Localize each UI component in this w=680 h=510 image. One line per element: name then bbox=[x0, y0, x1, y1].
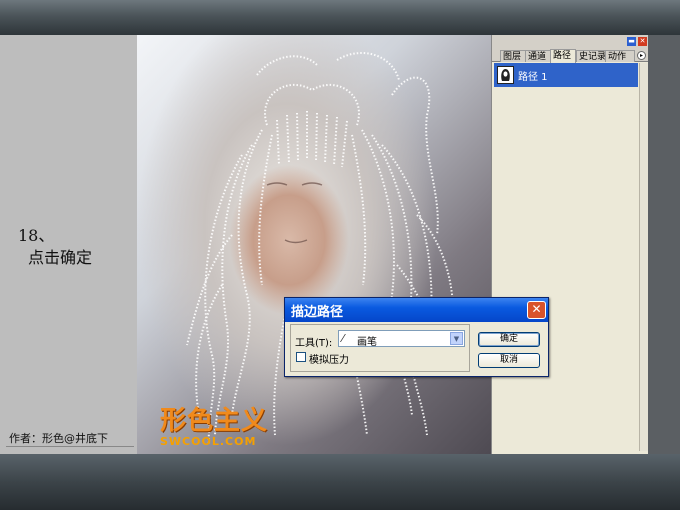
path-item[interactable]: 路径 1 bbox=[494, 63, 638, 87]
watermark-subtitle: SWCOOL.COM bbox=[160, 435, 257, 448]
watermark-title: 形色主义 bbox=[160, 406, 269, 436]
tab-actions[interactable]: 动作 bbox=[605, 50, 635, 62]
hair-path-selection bbox=[186, 51, 455, 446]
path-item-label: 路径 1 bbox=[518, 72, 548, 83]
tool-label: 工具(T): bbox=[295, 338, 333, 349]
stroke-path-dialog: 描边路径 ✕ 工具(T): ⁄ 画笔 ▼ 模拟压力 确定 取消 bbox=[284, 297, 549, 377]
top-frame-bar bbox=[0, 0, 680, 35]
panel-scrollbar[interactable] bbox=[639, 63, 648, 451]
simulate-pressure-checkbox[interactable] bbox=[296, 352, 306, 362]
path-thumbnail-icon bbox=[497, 66, 514, 84]
dialog-title: 描边路径 bbox=[291, 305, 344, 320]
panel-menu-icon[interactable]: ▸ bbox=[637, 51, 646, 60]
paths-panel: ▬ ✕ 图层 通道 路径 史记录 动作 ▸ 路径 1 bbox=[491, 35, 648, 454]
step-action: 点击确定 bbox=[28, 248, 93, 267]
dialog-titlebar: 描边路径 ✕ bbox=[285, 298, 548, 322]
tool-select[interactable]: ⁄ 画笔 ▼ bbox=[338, 330, 465, 348]
tutorial-sidebar: 18、 点击确定 bbox=[0, 35, 137, 454]
author-underline bbox=[6, 446, 134, 447]
chevron-down-icon[interactable]: ▼ bbox=[450, 332, 463, 345]
tab-history[interactable]: 史记录 bbox=[576, 50, 606, 62]
panel-titlebar: ▬ ✕ bbox=[492, 35, 648, 48]
right-frame-edge bbox=[648, 35, 680, 454]
watermark-logo: 形色主义 SWCOOL.COM bbox=[160, 400, 268, 448]
cancel-button[interactable]: 取消 bbox=[478, 353, 540, 368]
step-instruction: 18、 点击确定 bbox=[18, 225, 92, 269]
tool-select-value: 画笔 bbox=[357, 337, 377, 348]
simulate-pressure-label: 模拟压力 bbox=[309, 355, 349, 366]
step-number: 18、 bbox=[18, 226, 55, 245]
author-credit: 作者：形色@井底下 bbox=[9, 432, 108, 445]
dialog-close-button[interactable]: ✕ bbox=[527, 301, 546, 319]
paths-list: 路径 1 bbox=[494, 63, 638, 451]
brush-icon: ⁄ bbox=[342, 332, 344, 345]
tab-paths[interactable]: 路径 bbox=[550, 49, 576, 63]
panel-tabs: 图层 通道 路径 史记录 动作 ▸ bbox=[492, 48, 648, 63]
minimize-icon[interactable]: ▬ bbox=[627, 37, 636, 46]
close-icon[interactable]: ✕ bbox=[638, 37, 647, 46]
canvas-photo[interactable] bbox=[137, 35, 491, 454]
ok-button[interactable]: 确定 bbox=[478, 332, 540, 347]
tab-channels[interactable]: 通道 bbox=[525, 50, 551, 62]
tab-layers[interactable]: 图层 bbox=[500, 50, 526, 62]
bottom-frame-bar bbox=[0, 454, 680, 510]
